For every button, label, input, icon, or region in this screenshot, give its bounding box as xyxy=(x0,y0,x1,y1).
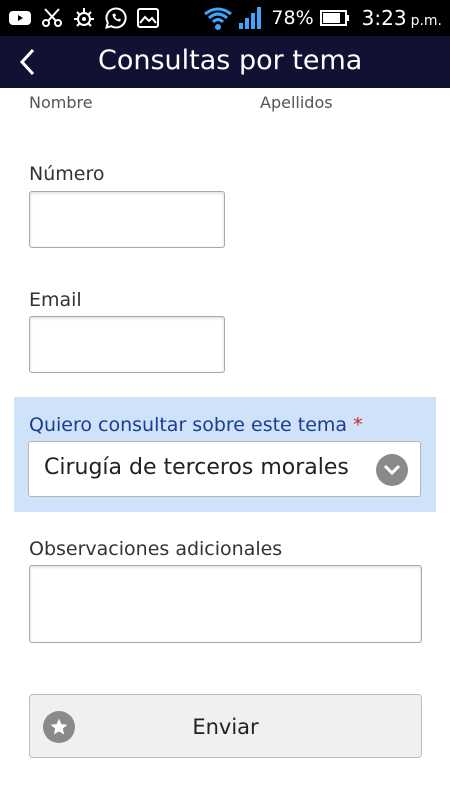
topic-select[interactable]: Cirugía de terceros morales xyxy=(28,441,421,497)
youtube-icon xyxy=(9,11,31,25)
scissors-icon xyxy=(42,8,62,27)
apellidos-label: Apellidos xyxy=(260,93,333,112)
email-label: Email xyxy=(29,289,82,311)
chevron-left-icon xyxy=(19,48,35,76)
observaciones-field[interactable] xyxy=(29,565,422,643)
whatsapp-icon xyxy=(105,7,127,29)
wifi-icon xyxy=(204,7,233,30)
signal-icon xyxy=(239,7,262,29)
chevron-down-icon xyxy=(376,454,408,486)
page-title: Consultas por tema xyxy=(98,45,363,76)
bug-icon xyxy=(74,8,94,27)
battery-percent: 78% xyxy=(271,7,314,29)
notification-icons xyxy=(8,6,160,30)
battery-icon xyxy=(319,10,349,26)
clock-ampm: p.m. xyxy=(410,12,442,29)
email-field[interactable] xyxy=(29,316,225,373)
app-bar: Consultas por tema xyxy=(0,36,450,88)
submit-button[interactable]: Enviar xyxy=(29,694,422,758)
clock-time: 3:23 xyxy=(361,6,407,30)
numero-field[interactable] xyxy=(29,191,225,248)
nombre-label: Nombre xyxy=(29,93,93,112)
topic-label-text: Quiero consultar sobre este tema xyxy=(29,414,348,436)
back-button[interactable] xyxy=(10,44,46,80)
system-status: 78% 3:23 p.m. xyxy=(203,4,442,32)
topic-panel: Quiero consultar sobre este tema * Cirugí… xyxy=(14,397,436,512)
topic-select-value: Cirugía de terceros morales xyxy=(44,455,349,480)
chevron-down-glyph xyxy=(383,464,401,476)
gallery-icon xyxy=(137,8,159,28)
status-bar: 78% 3:23 p.m. xyxy=(0,0,450,36)
required-asterisk: * xyxy=(353,414,363,436)
submit-label: Enviar xyxy=(192,715,259,739)
topic-label: Quiero consultar sobre este tema * xyxy=(29,414,363,436)
observaciones-label: Observaciones adicionales xyxy=(29,538,283,560)
numero-label: Número xyxy=(29,163,105,185)
